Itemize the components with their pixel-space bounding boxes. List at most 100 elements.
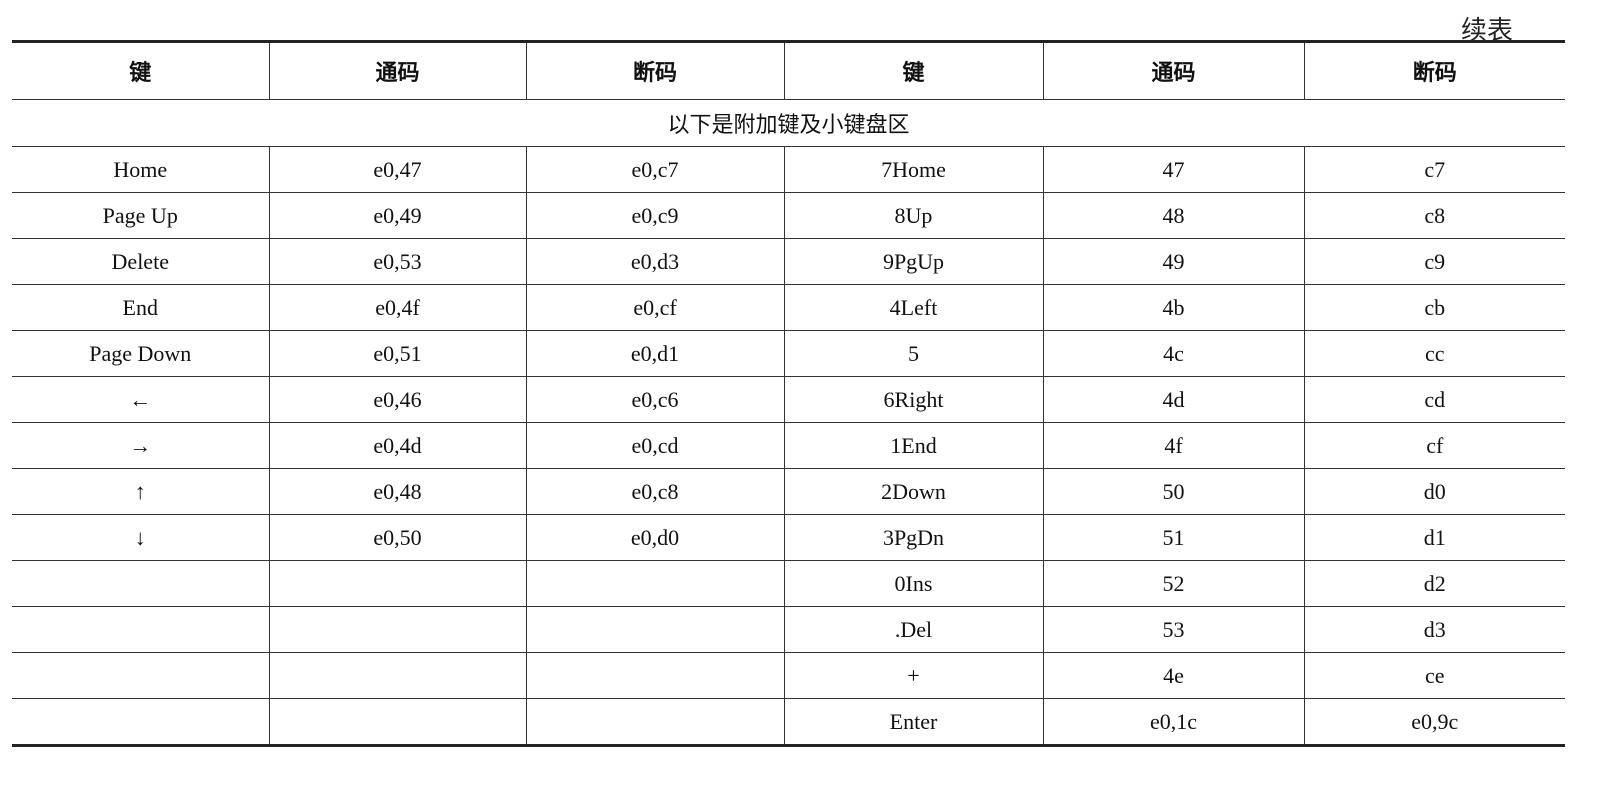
cell-keypad-break-code: cc [1303,330,1565,377]
table-row: Home e0,47 e0,c7 7Home 47 c7 [12,146,1565,193]
cell-break-code: e0,cf [525,284,785,331]
cell-keypad-break-code: cf [1303,422,1565,469]
cell-make-code: e0,4f [268,284,527,331]
cell-key: ↑ [12,468,270,515]
cell-keypad-break-code: d1 [1303,514,1565,561]
cell-break-code: e0,d1 [525,330,785,377]
cell-break-code [525,698,785,747]
cell-keypad-key: + [783,652,1044,699]
cell-break-code: e0,c9 [525,192,785,239]
scan-code-table: 键 通码 断码 键 通码 断码 以下是附加键及小键盘区 Home e0,47 e0,… [12,40,1565,747]
cell-keypad-make-code: 51 [1042,514,1305,561]
cell-keypad-key: 0Ins [783,560,1044,607]
cell-keypad-key: .Del [783,606,1044,653]
table-row: 0Ins 52 d2 [12,560,1565,607]
cell-keypad-key: 7Home [783,146,1044,193]
cell-keypad-break-code: e0,9c [1303,698,1565,747]
table-row: Delete e0,53 e0,d3 9PgUp 49 c9 [12,238,1565,285]
cell-keypad-key: 2Down [783,468,1044,515]
table-row: Page Up e0,49 e0,c9 8Up 48 c8 [12,192,1565,239]
cell-keypad-break-code: c8 [1303,192,1565,239]
table-row: End e0,4f e0,cf 4Left 4b cb [12,284,1565,331]
cell-make-code: e0,4d [268,422,527,469]
cell-break-code [525,652,785,699]
cell-keypad-break-code: c7 [1303,146,1565,193]
table-row: Page Down e0,51 e0,d1 5 4c cc [12,330,1565,377]
cell-break-code: e0,cd [525,422,785,469]
cell-keypad-make-code: 50 [1042,468,1305,515]
cell-keypad-key: 5 [783,330,1044,377]
cell-keypad-break-code: d3 [1303,606,1565,653]
cell-keypad-make-code: 4c [1042,330,1305,377]
cell-key [12,606,270,653]
cell-break-code: e0,c6 [525,376,785,423]
cell-keypad-make-code: e0,1c [1042,698,1305,747]
cell-keypad-make-code: 49 [1042,238,1305,285]
cell-make-code: e0,46 [268,376,527,423]
header-make-code: 通码 [268,40,527,100]
table-row: ↓ e0,50 e0,d0 3PgDn 51 d1 [12,514,1565,561]
cell-key: ← [12,376,270,423]
cell-make-code [268,698,527,747]
cell-break-code: e0,d0 [525,514,785,561]
cell-keypad-key: Enter [783,698,1044,747]
cell-keypad-key: 1End [783,422,1044,469]
cell-key: End [12,284,270,331]
cell-key: ↓ [12,514,270,561]
section-label: 以下是附加键及小键盘区 [12,99,1565,147]
cell-keypad-key: 3PgDn [783,514,1044,561]
table-row: ↑ e0,48 e0,c8 2Down 50 d0 [12,468,1565,515]
cell-make-code: e0,47 [268,146,527,193]
cell-key [12,652,270,699]
cell-keypad-break-code: d2 [1303,560,1565,607]
cell-key [12,560,270,607]
cell-break-code [525,560,785,607]
cell-keypad-break-code: c9 [1303,238,1565,285]
table-row: ← e0,46 e0,c6 6Right 4d cd [12,376,1565,423]
section-row: 以下是附加键及小键盘区 [12,99,1565,147]
cell-keypad-break-code: d0 [1303,468,1565,515]
cell-make-code [268,606,527,653]
cell-keypad-make-code: 4b [1042,284,1305,331]
cell-key: Home [12,146,270,193]
cell-break-code: e0,c7 [525,146,785,193]
cell-keypad-make-code: 53 [1042,606,1305,653]
cell-key: Delete [12,238,270,285]
cell-keypad-make-code: 4e [1042,652,1305,699]
header-break-code: 断码 [525,40,785,100]
cell-keypad-make-code: 4f [1042,422,1305,469]
cell-key: Page Down [12,330,270,377]
header-key: 键 [783,40,1044,100]
cell-make-code: e0,48 [268,468,527,515]
cell-break-code: e0,c8 [525,468,785,515]
table-body: 以下是附加键及小键盘区 Home e0,47 e0,c7 7Home 47 c7 Page … [12,99,1565,747]
cell-make-code [268,560,527,607]
cell-break-code: e0,d3 [525,238,785,285]
cell-make-code: e0,53 [268,238,527,285]
cell-keypad-break-code: cb [1303,284,1565,331]
cell-keypad-make-code: 52 [1042,560,1305,607]
cell-keypad-key: 6Right [783,376,1044,423]
cell-keypad-key: 4Left [783,284,1044,331]
cell-keypad-make-code: 4d [1042,376,1305,423]
header-row: 键 通码 断码 键 通码 断码 [12,40,1565,100]
header-key: 键 [12,40,270,100]
table-header: 键 通码 断码 键 通码 断码 [12,40,1565,100]
table-row: .Del 53 d3 [12,606,1565,653]
cell-make-code: e0,51 [268,330,527,377]
cell-keypad-break-code: ce [1303,652,1565,699]
cell-key: → [12,422,270,469]
cell-keypad-break-code: cd [1303,376,1565,423]
cell-key [12,698,270,747]
table-row: Enter e0,1c e0,9c [12,698,1565,747]
table-row: → e0,4d e0,cd 1End 4f cf [12,422,1565,469]
header-make-code: 通码 [1042,40,1305,100]
table-row: +4e ce [12,652,1565,699]
cell-make-code: e0,50 [268,514,527,561]
cell-keypad-key: 8Up [783,192,1044,239]
cell-make-code [268,652,527,699]
header-break-code: 断码 [1303,40,1565,100]
cell-keypad-make-code: 47 [1042,146,1305,193]
cell-break-code [525,606,785,653]
cell-keypad-key: 9PgUp [783,238,1044,285]
